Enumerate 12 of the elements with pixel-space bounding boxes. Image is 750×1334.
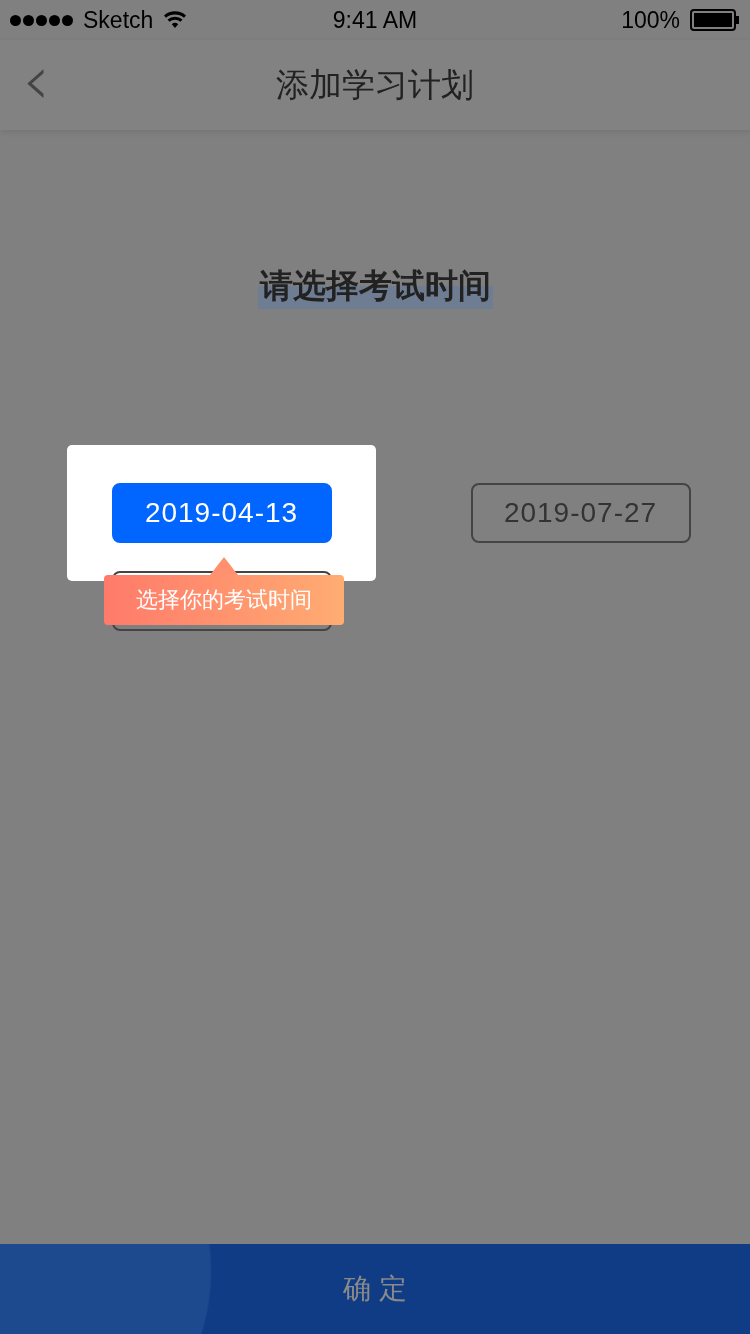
wifi-icon bbox=[163, 11, 188, 29]
battery-percent: 100% bbox=[621, 6, 680, 34]
back-button[interactable]: ‹ bbox=[0, 45, 50, 125]
tooltip: 选择你的考试时间 bbox=[104, 575, 344, 625]
status-time: 9:41 AM bbox=[332, 6, 418, 34]
date-option[interactable]: 2019-07-27 bbox=[470, 483, 691, 543]
battery-icon bbox=[690, 9, 740, 31]
confirm-button[interactable]: 确 定 bbox=[0, 1244, 750, 1334]
carrier-name: Sketch bbox=[83, 6, 154, 34]
signal-icon bbox=[10, 14, 73, 26]
date-option[interactable]: 2019-04-13 bbox=[111, 483, 332, 543]
page-title: 添加学习计划 bbox=[276, 63, 474, 106]
